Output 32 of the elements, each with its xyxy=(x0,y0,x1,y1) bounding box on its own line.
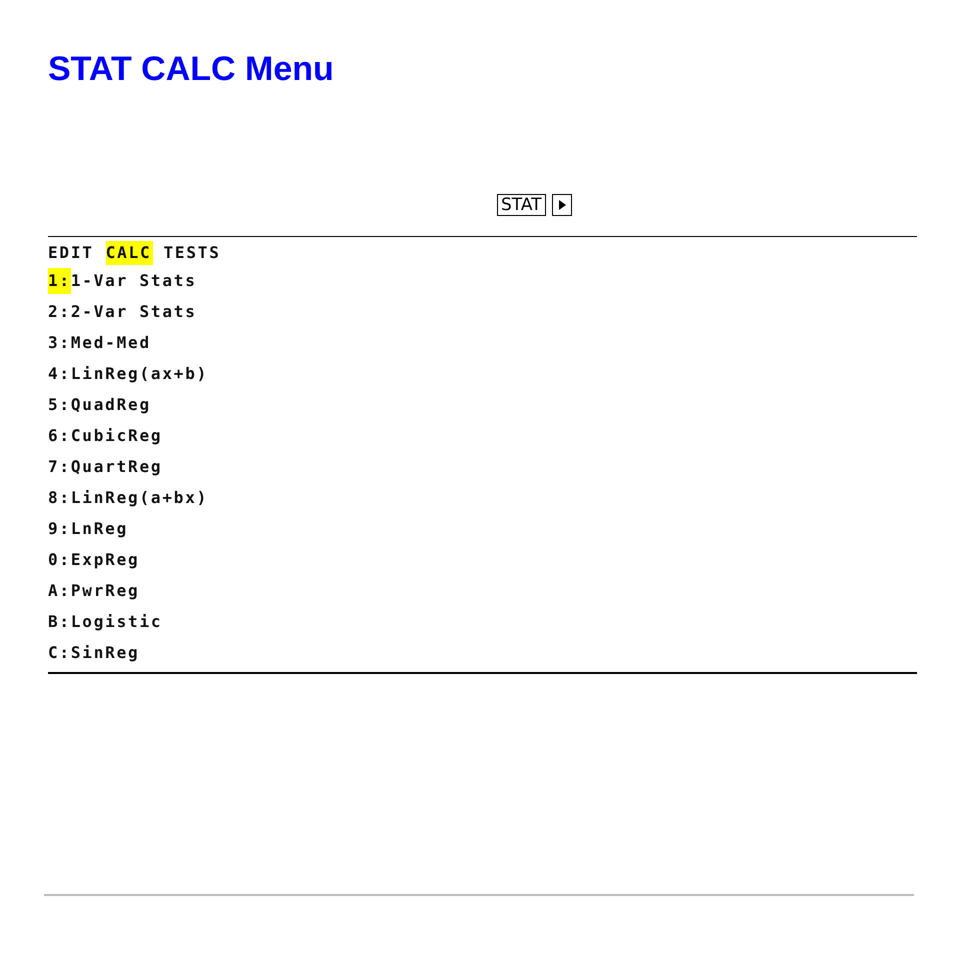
menu-item-label[interactable]: PwrReg xyxy=(70,581,140,600)
menu-tab[interactable]: CALC xyxy=(106,241,154,265)
menu-item-number[interactable]: 7: xyxy=(48,454,71,480)
menu-item-number[interactable]: 4: xyxy=(48,360,71,386)
menu-item-number[interactable]: 3: xyxy=(48,330,71,356)
menu-item-number[interactable]: 6: xyxy=(48,422,71,448)
menu-item-number[interactable]: 8: xyxy=(48,484,71,510)
menu-item-label[interactable]: LinReg(a+bx) xyxy=(70,488,208,507)
menu-item-label[interactable]: QuadReg xyxy=(70,395,151,414)
menu-item-number[interactable]: 9: xyxy=(48,516,71,542)
right-arrow-key-icon xyxy=(552,194,572,216)
menu-item-number[interactable]: 2: xyxy=(48,298,71,324)
menu-item-number[interactable]: B: xyxy=(48,608,71,634)
menu-item-number[interactable]: 1: xyxy=(48,268,71,294)
menu-item-label[interactable]: 1-Var Stats xyxy=(70,271,197,290)
menu-item-label[interactable]: Med-Med xyxy=(70,333,151,352)
menu-item-label[interactable]: SinReg xyxy=(70,643,140,662)
menu-item-label[interactable]: Logistic xyxy=(70,612,162,631)
menu-item-label[interactable]: 2-Var Stats xyxy=(70,302,197,321)
menu-item-number[interactable]: A: xyxy=(48,578,71,604)
menu-tab[interactable]: EDIT xyxy=(48,241,96,265)
menu-item-label[interactable]: ExpReg xyxy=(70,550,140,569)
stat-key: STAT xyxy=(497,194,546,216)
menu-item-label[interactable]: LinReg(ax+b) xyxy=(70,364,208,383)
page-title: STAT CALC Menu xyxy=(48,49,335,90)
menu-item-number[interactable]: 5: xyxy=(48,392,71,418)
menu-tab[interactable]: TESTS xyxy=(163,241,223,265)
menu-item-label[interactable]: QuartReg xyxy=(70,457,162,476)
menu-item-label[interactable]: LnReg xyxy=(70,519,128,538)
menu-item-label[interactable]: CubicReg xyxy=(70,426,162,445)
menu-item-number[interactable]: C: xyxy=(48,640,71,666)
menu-item-number[interactable]: 0: xyxy=(48,546,71,572)
